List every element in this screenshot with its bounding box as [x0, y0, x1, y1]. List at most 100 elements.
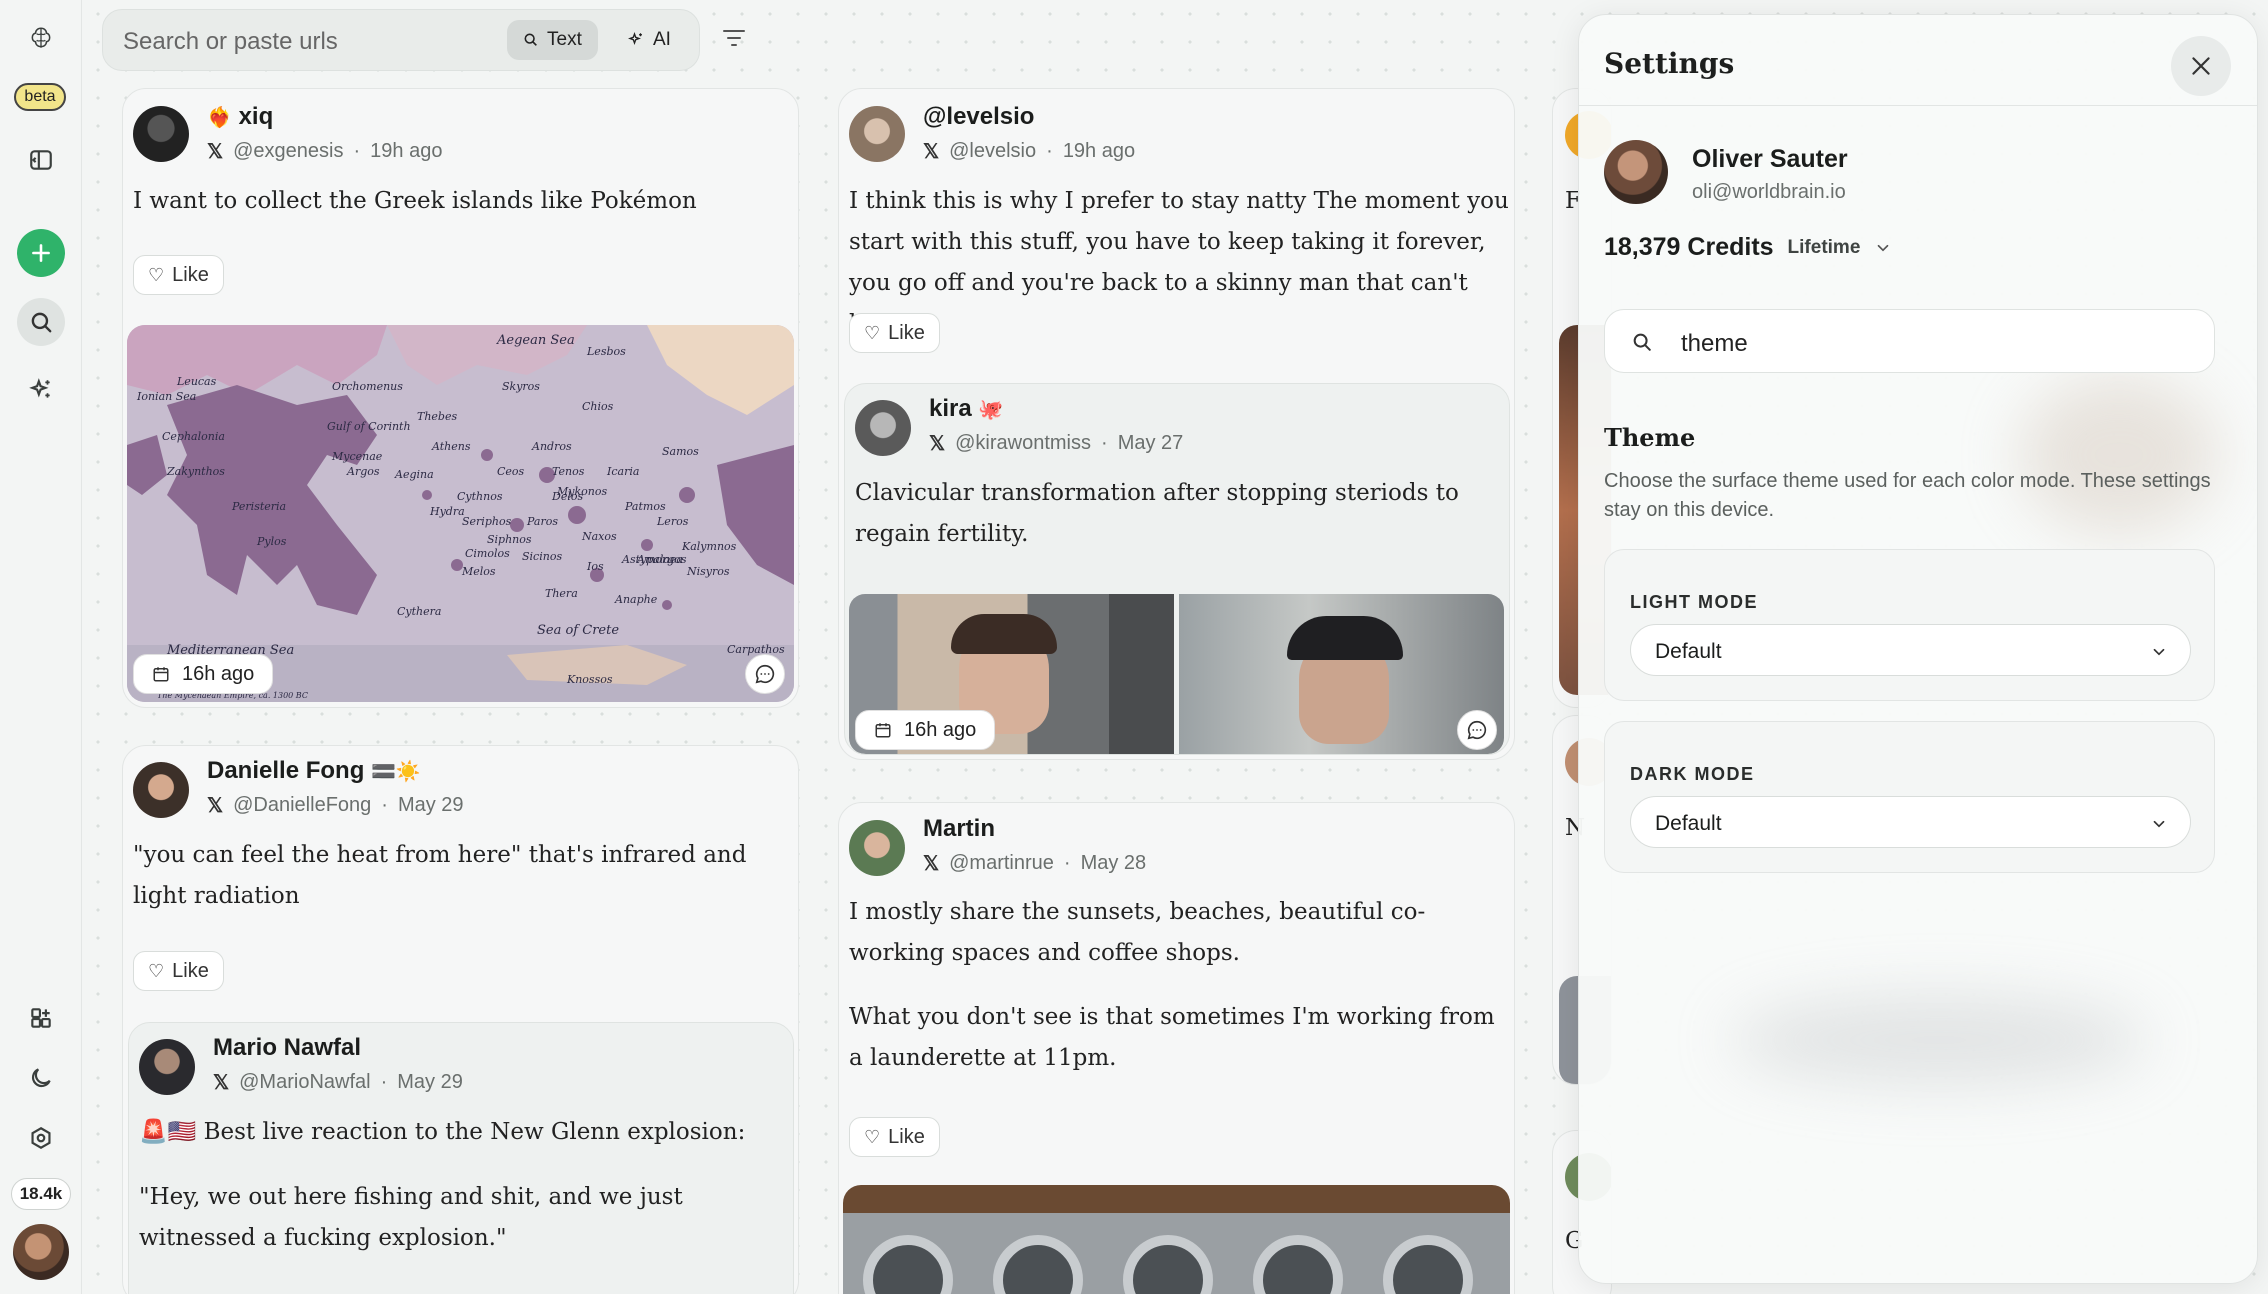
like-button[interactable]: ♡ Like: [849, 313, 940, 353]
avatar[interactable]: [133, 106, 189, 162]
comment-button[interactable]: [1457, 710, 1497, 750]
map-label: Gulf of Corinth: [327, 420, 411, 433]
mode-text-toggle[interactable]: Text: [507, 20, 598, 60]
dark-mode-select[interactable]: Default: [1630, 796, 2191, 848]
author-handle[interactable]: @DanielleFong: [233, 794, 371, 817]
avatar[interactable]: [855, 400, 911, 456]
post-card[interactable]: Martin 𝕏 @martinrue · May 28 I mostly sh…: [838, 802, 1515, 1294]
settings-hexagon-icon[interactable]: [17, 1114, 65, 1162]
author-handle[interactable]: @martinrue: [949, 852, 1054, 875]
search-input[interactable]: Search or paste urls: [123, 28, 338, 56]
add-button[interactable]: [17, 229, 65, 277]
x-logo-icon: 𝕏: [213, 1072, 230, 1094]
brain-logo-icon[interactable]: [17, 14, 65, 62]
chevron-down-icon[interactable]: [1874, 239, 1892, 257]
author-handle[interactable]: @levelsio: [949, 140, 1036, 163]
credits-period[interactable]: Lifetime: [1788, 237, 1861, 259]
author-handle[interactable]: @MarioNawfal: [239, 1071, 370, 1094]
like-button[interactable]: ♡ Like: [133, 951, 224, 991]
map-label: Thebes: [417, 410, 458, 423]
map-label: Tenos: [552, 465, 585, 478]
chevron-down-icon: [2153, 648, 2165, 656]
avatar[interactable]: [133, 762, 189, 818]
filter-icon[interactable]: [722, 28, 746, 48]
post-time: 19h ago: [1062, 140, 1136, 162]
post-card[interactable]: @levelsio 𝕏 @levelsio · 19h ago I think …: [838, 88, 1515, 760]
search-button[interactable]: [17, 298, 65, 346]
post-text: Clavicular transformation after stopping…: [855, 480, 1459, 547]
user-avatar[interactable]: [13, 1224, 69, 1280]
map-label: Peristeria: [232, 500, 287, 513]
map-label: Aegean Sea: [497, 333, 575, 348]
post-text: I mostly share the sunsets, beaches, bea…: [849, 899, 1426, 966]
post-card[interactable]: ❤️‍🔥 xiq 𝕏 @exgenesis · 19h ago I want t…: [122, 88, 799, 708]
map-label: Samos: [662, 445, 699, 458]
moon-icon[interactable]: [17, 1054, 65, 1102]
calendar-icon: [153, 667, 169, 682]
post-image-map[interactable]: Aegean Sea Lesbos Ionian Sea Orchomenus …: [127, 325, 794, 702]
map-label: Leucas: [177, 375, 217, 388]
author-emoji: 🐙: [978, 399, 1004, 421]
map-label: Argos: [347, 465, 380, 478]
plus-icon: [32, 244, 50, 262]
like-button[interactable]: ♡ Like: [133, 255, 224, 295]
author-name: ❤️‍🔥 xiq: [207, 103, 273, 131]
divider: [1579, 105, 2257, 106]
map-label: Thera: [545, 587, 578, 600]
map-label: Patmos: [625, 500, 666, 513]
map-label: Sea of Crete: [537, 623, 620, 638]
settings-title: Settings: [1604, 47, 1735, 80]
close-button[interactable]: [2171, 36, 2231, 96]
theme-section-description: Choose the surface theme used for each c…: [1604, 470, 2211, 521]
map-label: Aegina: [395, 468, 434, 481]
x-logo-icon: 𝕏: [207, 795, 224, 817]
dark-mode-setting: DARK MODE Default: [1604, 721, 2215, 873]
author-meta: 𝕏 @martinrue · May 28: [923, 852, 1147, 875]
mode-ai-toggle[interactable]: AI: [611, 20, 687, 60]
post-card[interactable]: Danielle Fong 🟰☀️ 𝕏 @DanielleFong · May …: [122, 745, 799, 1294]
beta-badge: beta: [14, 83, 66, 111]
map-label: Skyros: [502, 380, 540, 393]
quoted-post[interactable]: kira 🐙 𝕏 @kirawontmiss · May 27 Clavicul…: [844, 383, 1510, 755]
timestamp-chip[interactable]: 16h ago: [855, 710, 996, 750]
sparkles-icon[interactable]: [17, 366, 65, 414]
profile-avatar[interactable]: [1604, 140, 1668, 204]
quoted-post[interactable]: Mario Nawfal 𝕏 @MarioNawfal · May 29 🚨🇺🇸…: [128, 1022, 794, 1294]
search-icon: [1633, 333, 1651, 351]
light-mode-select[interactable]: Default: [1630, 624, 2191, 676]
credits-badge[interactable]: 18.4k: [11, 1178, 71, 1210]
search-bar[interactable]: Search or paste urls Text AI: [102, 9, 700, 71]
chip-time: 16h ago: [182, 662, 255, 685]
post-text: I want to collect the Greek islands like…: [133, 188, 697, 214]
map-label: Ceos: [497, 465, 525, 478]
sidebar-toggle-icon[interactable]: [17, 136, 65, 184]
avatar[interactable]: [849, 106, 905, 162]
map-label: Hydra: [430, 505, 465, 518]
map-label: Lesbos: [587, 345, 626, 358]
settings-search-input[interactable]: theme: [1604, 309, 2215, 373]
backdrop-blur: [1729, 995, 2149, 1085]
map-label: Knossos: [567, 673, 613, 686]
author-name: Martin: [923, 815, 995, 842]
post-image-launderette[interactable]: [843, 1185, 1510, 1294]
avatar[interactable]: [139, 1039, 195, 1095]
timestamp-chip[interactable]: 16h ago: [133, 654, 274, 694]
comment-button[interactable]: [745, 654, 785, 694]
author-meta: 𝕏 @exgenesis · 19h ago: [207, 140, 443, 163]
post-text: "Hey, we out here fishing and shit, and …: [139, 1184, 683, 1251]
chat-bubble-icon: [1467, 720, 1487, 740]
like-button[interactable]: ♡ Like: [849, 1117, 940, 1157]
profile-name: Oliver Sauter: [1692, 145, 1848, 173]
settings-search-value[interactable]: theme: [1681, 330, 1748, 358]
author-handle[interactable]: @kirawontmiss: [955, 432, 1091, 455]
widgets-icon[interactable]: [17, 994, 65, 1042]
map-label: Nisyros: [687, 565, 730, 578]
author-handle[interactable]: @exgenesis: [233, 140, 343, 163]
post-text: What you don't see is that sometimes I'm…: [849, 1004, 1495, 1071]
post-image[interactable]: [1179, 594, 1504, 754]
credits-row[interactable]: 18,379 Credits Lifetime: [1604, 233, 1892, 262]
author-meta: 𝕏 @MarioNawfal · May 29: [213, 1071, 463, 1094]
map-label: Cythera: [397, 605, 442, 618]
avatar[interactable]: [849, 820, 905, 876]
author-name-text: Danielle Fong: [207, 757, 365, 784]
